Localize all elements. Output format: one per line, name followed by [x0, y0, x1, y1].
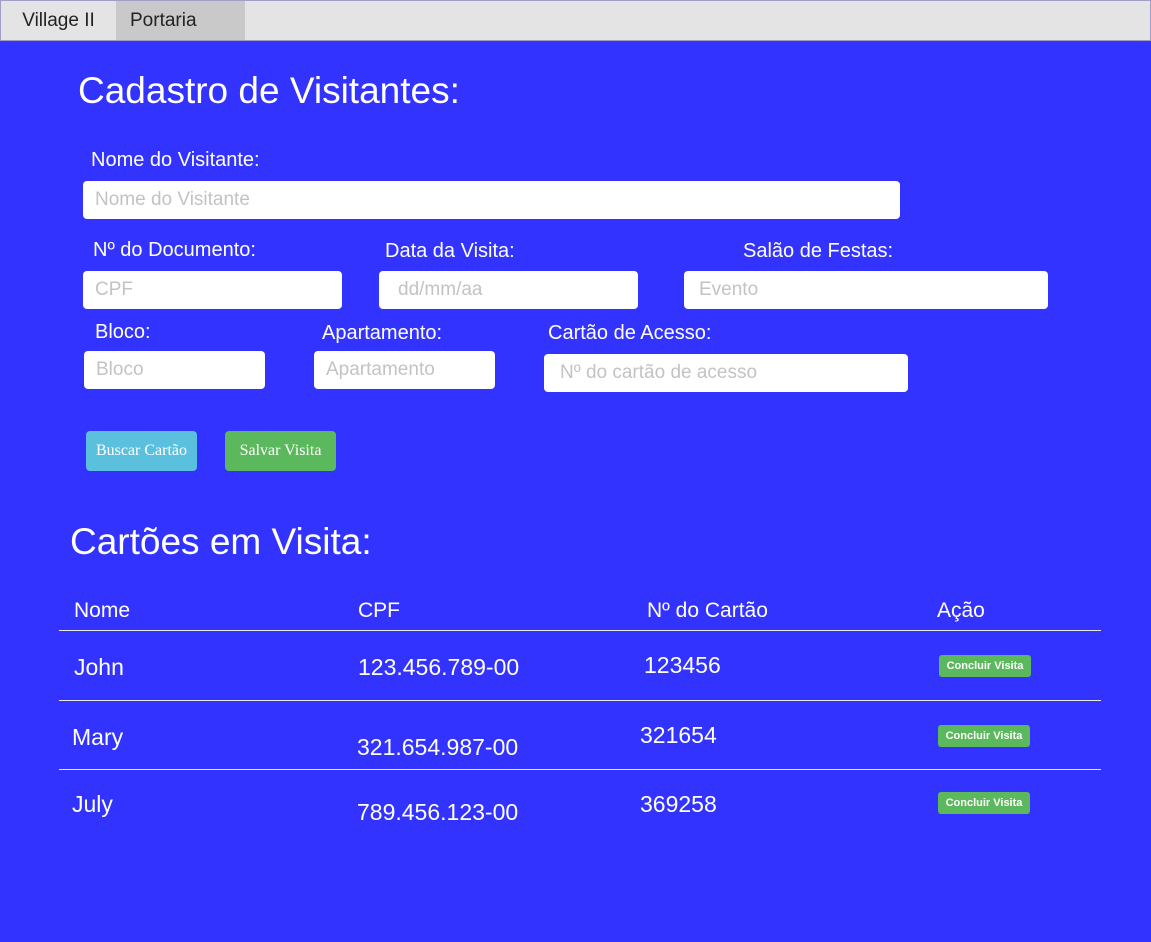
- cartao-label: Cartão de Acesso:: [548, 322, 712, 344]
- column-header-cpf: CPF: [358, 599, 400, 622]
- salao-label: Salão de Festas:: [743, 240, 894, 262]
- cartao-input[interactable]: [544, 354, 908, 392]
- nome-input[interactable]: [83, 181, 900, 219]
- divider: [59, 769, 1101, 770]
- bloco-label: Bloco:: [95, 321, 151, 343]
- nav-brand[interactable]: Village II: [1, 1, 116, 40]
- cell-cartao: 369258: [640, 791, 717, 817]
- visits-title: Cartões em Visita:: [70, 521, 372, 562]
- cell-cpf: 321.654.987-00: [357, 734, 519, 760]
- column-header-cartao: Nº do Cartão: [647, 599, 768, 622]
- cell-cartao: 321654: [640, 722, 717, 748]
- data-label: Data da Visita:: [385, 240, 515, 262]
- cell-cpf: 123.456.789-00: [358, 654, 520, 680]
- bloco-input[interactable]: [84, 351, 265, 389]
- buscar-cartao-button[interactable]: Buscar Cartão: [86, 431, 197, 471]
- cell-nome: July: [72, 791, 113, 817]
- concluir-visita-button[interactable]: Concluir Visita: [938, 792, 1030, 814]
- documento-input[interactable]: [83, 271, 342, 309]
- concluir-visita-button[interactable]: Concluir Visita: [938, 725, 1030, 747]
- nome-label: Nome do Visitante:: [91, 149, 260, 171]
- apartamento-label: Apartamento:: [322, 322, 443, 344]
- salao-input[interactable]: [684, 271, 1048, 309]
- column-header-acao: Ação: [937, 599, 985, 622]
- apartamento-input[interactable]: [314, 351, 495, 389]
- concluir-visita-button[interactable]: Concluir Visita: [939, 655, 1031, 677]
- divider: [59, 700, 1101, 701]
- cell-cpf: 789.456.123-00: [357, 799, 519, 825]
- divider: [59, 630, 1101, 631]
- cell-cartao: 123456: [644, 652, 721, 678]
- cell-nome: Mary: [72, 724, 124, 750]
- column-header-nome: Nome: [74, 599, 131, 622]
- cell-nome: John: [74, 654, 124, 680]
- salvar-visita-button[interactable]: Salvar Visita: [225, 431, 336, 471]
- tab-portaria[interactable]: Portaria: [116, 1, 245, 40]
- form-title: Cadastro de Visitantes:: [78, 70, 460, 111]
- top-navbar: Village II Portaria: [0, 0, 1151, 41]
- documento-label: Nº do Documento:: [93, 239, 256, 261]
- data-input[interactable]: [379, 271, 638, 309]
